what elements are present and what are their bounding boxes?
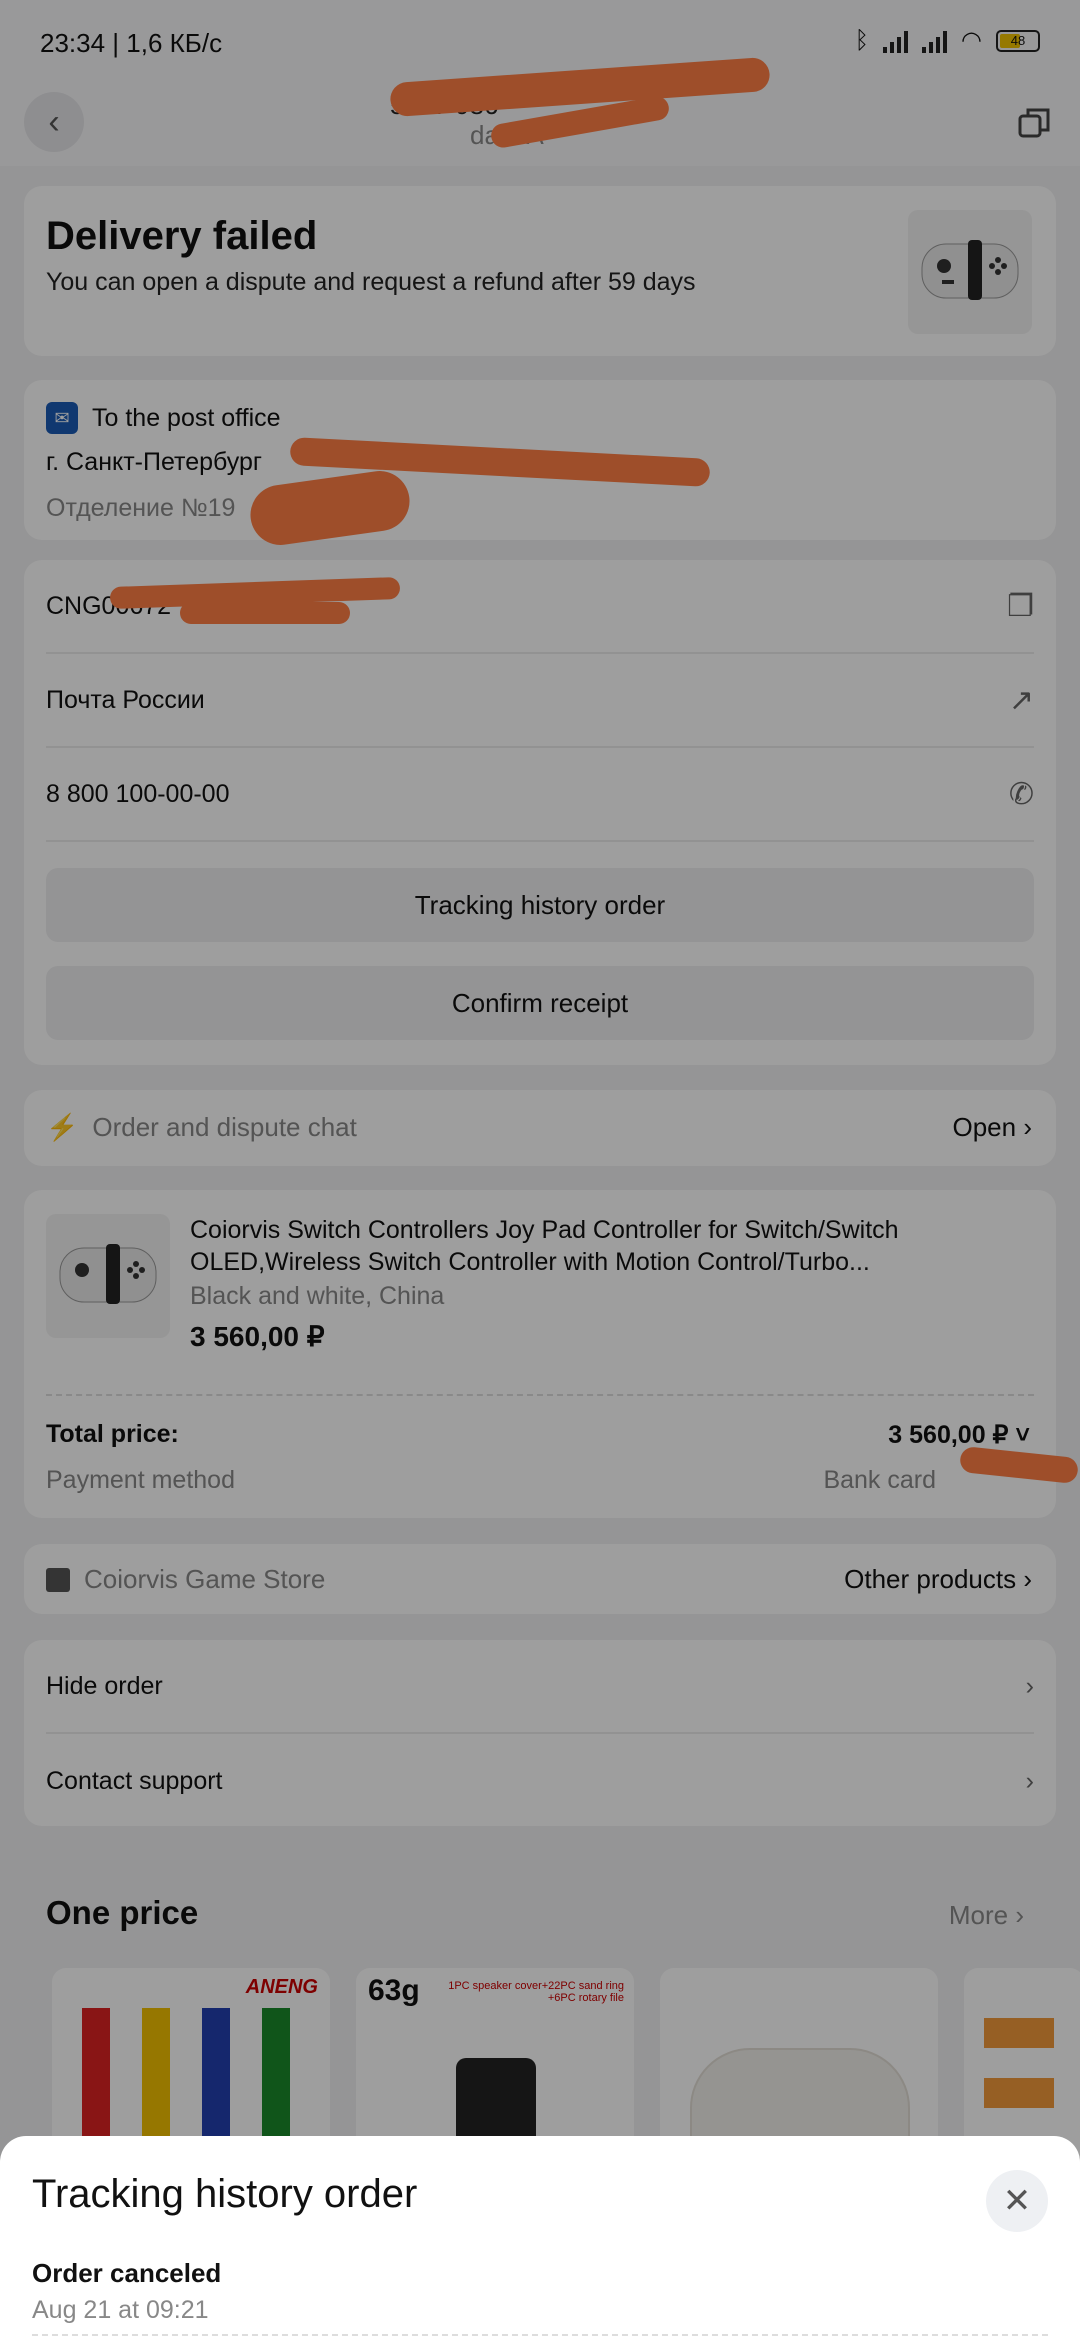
tracking-event-title: Order canceled	[32, 2258, 222, 2288]
divider	[32, 2334, 1048, 2336]
tracking-history-sheet: Tracking history order ✕ Order canceled …	[0, 2136, 1080, 2340]
tracking-event-time: Aug 21 at 09:21	[32, 2296, 209, 2324]
sheet-title: Tracking history order	[32, 2172, 418, 2216]
order-details-page: 23:34 | 1,6 КБ/с ᛒ ◠ 48 ‹ 5417 986 date …	[0, 0, 1080, 2340]
modal-overlay[interactable]	[0, 0, 1080, 2340]
close-icon: ✕	[1002, 2182, 1032, 2220]
close-button[interactable]: ✕	[986, 2170, 1048, 2232]
